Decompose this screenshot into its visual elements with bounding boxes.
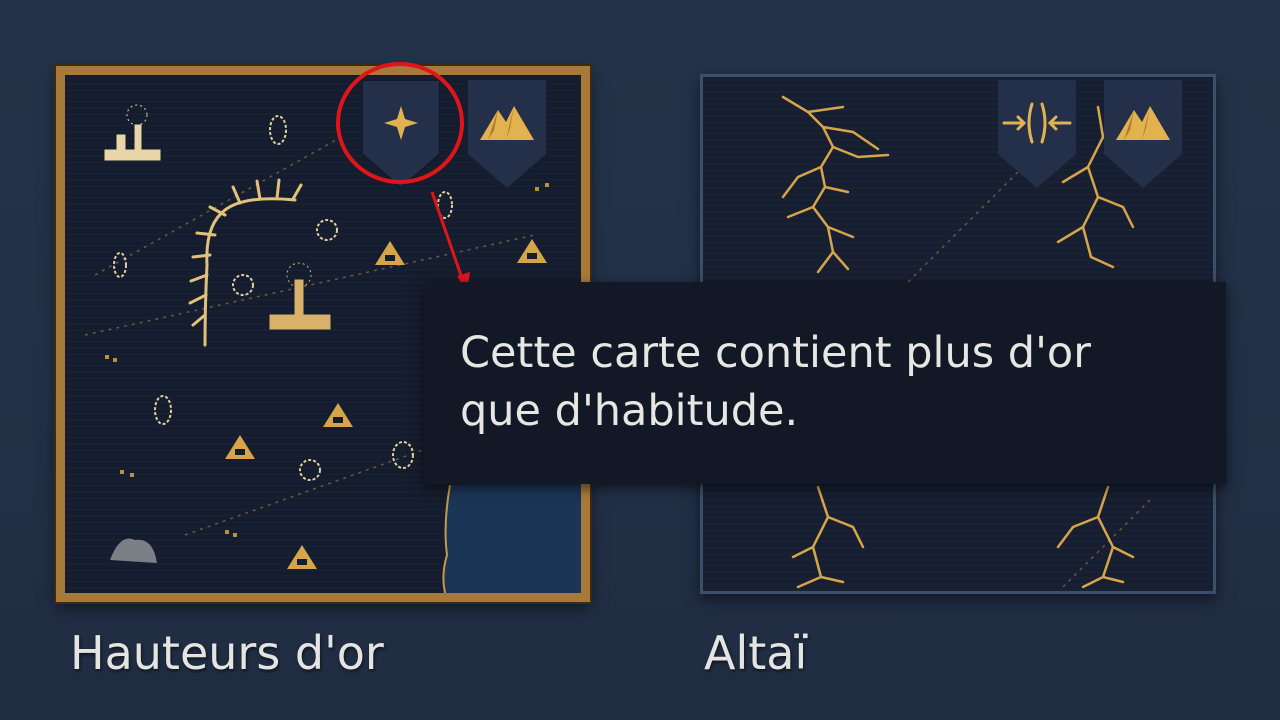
tooltip-line-1: Cette carte contient plus d'or xyxy=(460,328,1091,378)
tooltip: Cette carte contient plus d'or que d'hab… xyxy=(424,282,1226,484)
badge-compressed-map[interactable] xyxy=(998,80,1076,188)
map-name-label: Altaï xyxy=(704,626,808,680)
badge-mountains[interactable] xyxy=(1104,80,1182,188)
annotation-highlight-circle xyxy=(336,62,464,184)
tooltip-text: Cette carte contient plus d'or que d'hab… xyxy=(460,324,1190,440)
badge-mountains[interactable] xyxy=(468,80,546,188)
map-name-label: Hauteurs d'or xyxy=(70,626,384,680)
tooltip-line-2: que d'habitude. xyxy=(460,386,799,436)
